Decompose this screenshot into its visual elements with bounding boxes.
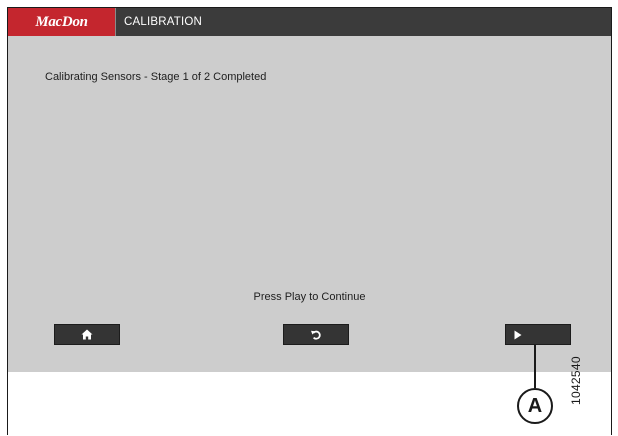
callout-leader-line xyxy=(534,345,536,388)
brand-logo: MacDon xyxy=(8,8,115,36)
screen-title: CALIBRATION xyxy=(124,16,203,28)
calibration-screen: MacDon CALIBRATION Calibrating Sensors -… xyxy=(8,8,611,372)
play-button[interactable] xyxy=(505,324,571,345)
play-icon xyxy=(514,330,522,340)
home-button[interactable] xyxy=(54,324,120,345)
callout-marker: A xyxy=(517,388,553,424)
callout-label: A xyxy=(527,394,543,417)
continue-prompt-text: Press Play to Continue xyxy=(253,291,366,303)
brand-logo-text: MacDon xyxy=(35,13,88,30)
back-button[interactable] xyxy=(283,324,349,345)
undo-arrow-icon xyxy=(310,329,322,340)
header-bar: MacDon CALIBRATION xyxy=(8,8,611,36)
header-divider xyxy=(115,8,116,36)
calibration-status-text: Calibrating Sensors - Stage 1 of 2 Compl… xyxy=(45,71,267,83)
figure-number: 1042540 xyxy=(569,356,583,405)
figure-page: MacDon CALIBRATION Calibrating Sensors -… xyxy=(0,0,618,436)
home-icon xyxy=(81,329,93,340)
